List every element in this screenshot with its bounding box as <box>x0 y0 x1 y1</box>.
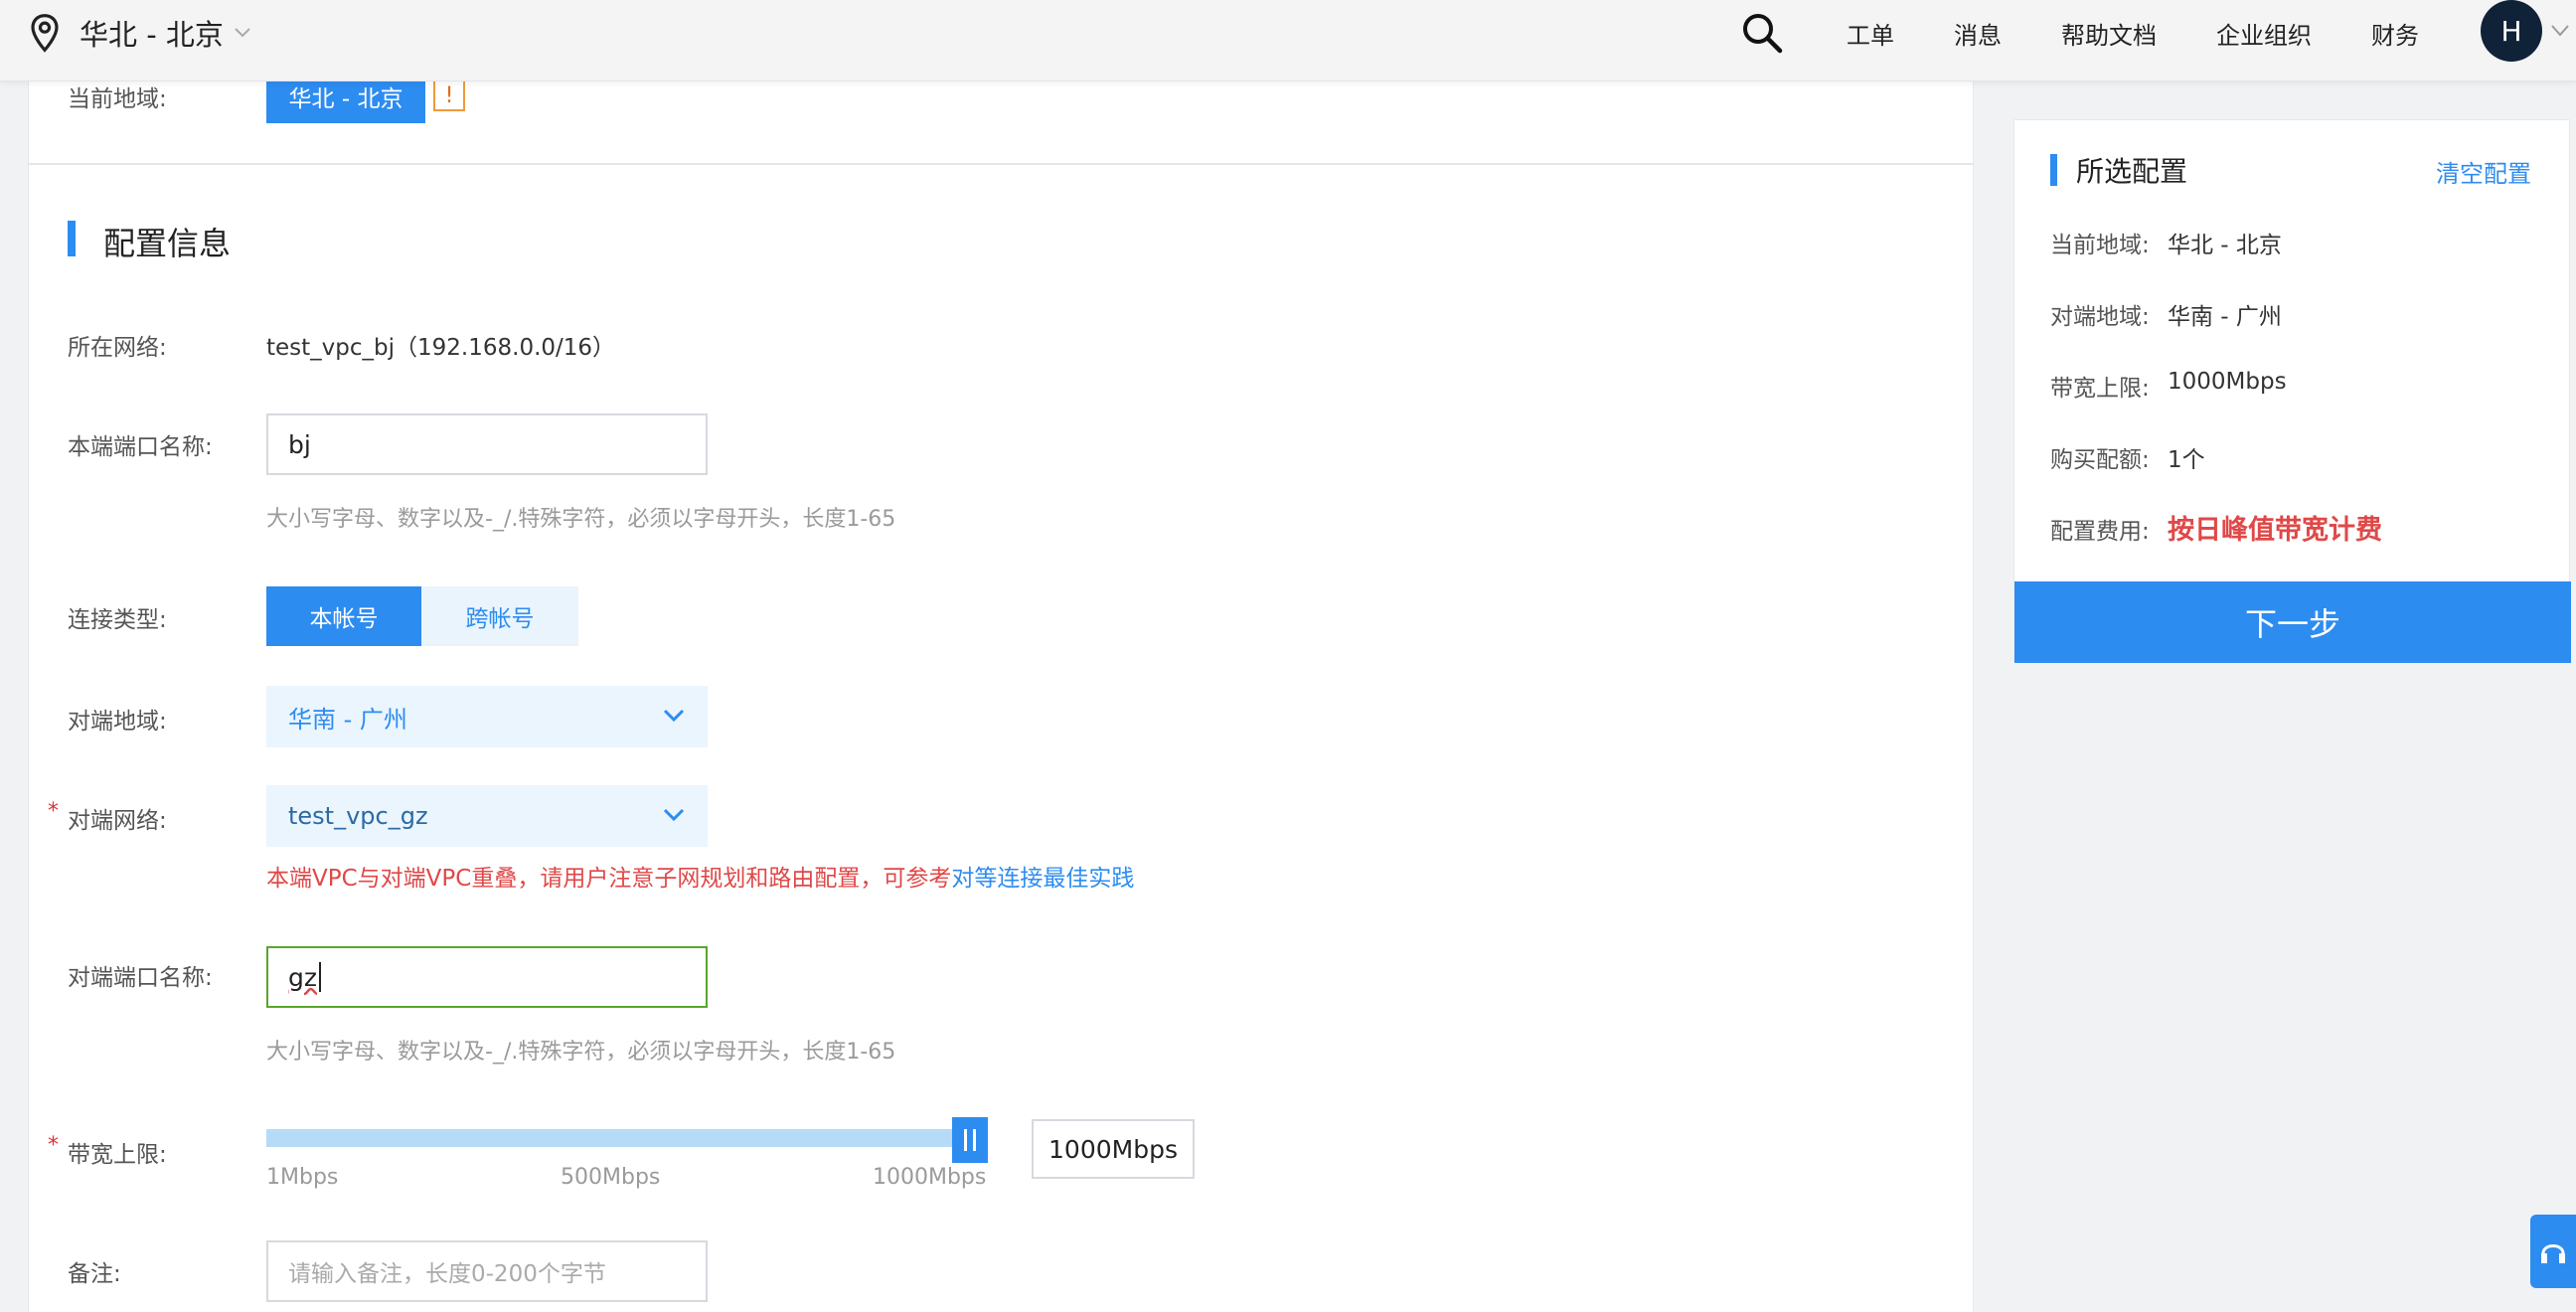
overlap-error-text: 本端VPC与对端VPC重叠，请用户注意子网规划和路由配置，可参考 <box>266 866 952 892</box>
bandwidth-tick-mid: 500Mbps <box>561 1165 661 1190</box>
section-accent-bar <box>68 221 76 256</box>
warning-icon[interactable]: ! <box>433 80 465 111</box>
peer-port-label: 对端端口名称: <box>68 965 213 991</box>
remark-label: 备注: <box>68 1261 121 1287</box>
bandwidth-value-input[interactable]: 1000Mbps <box>1032 1119 1195 1179</box>
current-region-label: 当前地域: <box>68 86 167 112</box>
search-icon[interactable] <box>1741 12 1783 54</box>
summary-row-label: 带宽上限: <box>2050 376 2150 402</box>
region-name: 华北 - 北京 <box>80 18 224 52</box>
remark-input[interactable]: 请输入备注，长度0-200个字节 <box>266 1240 708 1302</box>
peer-network-value: test_vpc_gz <box>288 802 428 830</box>
clear-config-link[interactable]: 清空配置 <box>2436 154 2531 189</box>
summary-row-value: 1个 <box>2168 447 2205 473</box>
text-cursor <box>319 962 321 992</box>
nav-ticket[interactable]: 工单 <box>1847 10 1894 56</box>
avatar[interactable]: H <box>2481 0 2542 62</box>
location-pin-icon <box>31 14 59 53</box>
bandwidth-slider-track[interactable] <box>266 1129 974 1147</box>
bandwidth-tick-min: 1Mbps <box>266 1165 339 1190</box>
card-accent-bar <box>2050 154 2057 186</box>
summary-row-label: 当前地域: <box>2050 233 2150 258</box>
conn-type-same-account[interactable]: 本帐号 <box>266 586 421 646</box>
bandwidth-tick-max: 1000Mbps <box>873 1165 987 1190</box>
summary-row-label: 对端地域: <box>2050 304 2150 330</box>
nav-messages[interactable]: 消息 <box>1954 10 2002 56</box>
summary-card: 所选配置 清空配置 当前地域: 华北 - 北京 对端地域: 华南 - 广州 带宽… <box>2013 119 2571 663</box>
top-bar: 华北 - 北京 工单 消息 帮助文档 企业组织 财务 H <box>0 0 2576 82</box>
local-port-label: 本端端口名称: <box>68 434 213 460</box>
local-port-input[interactable]: bj <box>266 413 708 475</box>
chevron-down-icon <box>235 28 250 38</box>
overlap-error: 本端VPC与对端VPC重叠，请用户注意子网规划和路由配置，可参考对等连接最佳实践 <box>266 859 1134 893</box>
bandwidth-label: 带宽上限: <box>68 1142 167 1168</box>
grip-icon <box>964 1129 976 1151</box>
local-port-hint: 大小写字母、数字以及-_/.特殊字符，必须以字母开头，长度1-65 <box>266 507 896 532</box>
summary-row-label: 配置费用: <box>2050 519 2150 545</box>
peer-network-select[interactable]: test_vpc_gz <box>266 785 708 847</box>
peer-region-label: 对端地域: <box>68 709 167 735</box>
summary-title: 所选配置 <box>2076 155 2188 188</box>
next-step-button[interactable]: 下一步 <box>2014 581 2571 663</box>
peer-port-input[interactable]: gz <box>266 946 708 1008</box>
chevron-down-icon[interactable] <box>2550 24 2570 38</box>
peer-region-value: 华南 - 广州 <box>288 705 407 734</box>
required-mark: * <box>48 1133 59 1158</box>
network-label: 所在网络: <box>68 335 167 361</box>
summary-row-value: 1000Mbps <box>2168 369 2287 395</box>
conn-type-cross-account[interactable]: 跨帐号 <box>421 586 578 646</box>
chevron-down-icon <box>663 709 685 723</box>
divider <box>28 163 1974 165</box>
summary-row-value: 华南 - 广州 <box>2168 304 2282 330</box>
chevron-down-icon <box>663 808 685 822</box>
conn-type-label: 连接类型: <box>68 607 167 633</box>
required-mark: * <box>48 799 59 824</box>
peer-port-hint: 大小写字母、数字以及-_/.特殊字符，必须以字母开头，长度1-65 <box>266 1040 896 1065</box>
summary-row-label: 购买配额: <box>2050 447 2150 473</box>
bandwidth-slider-handle[interactable] <box>952 1117 988 1163</box>
headset-icon <box>2541 1244 2565 1263</box>
nav-finance[interactable]: 财务 <box>2371 10 2419 56</box>
peer-region-select[interactable]: 华南 - 广州 <box>266 686 708 747</box>
section-title: 配置信息 <box>103 225 232 262</box>
peer-port-value: gz <box>288 962 317 992</box>
billing-mode-value: 按日峰值带宽计费 <box>2168 515 2382 546</box>
region-selector[interactable]: 华北 - 北京 <box>28 10 251 56</box>
peer-network-label: 对端网络: <box>68 808 167 834</box>
nav-help-docs[interactable]: 帮助文档 <box>2061 10 2157 56</box>
summary-row-value: 华北 - 北京 <box>2168 233 2282 258</box>
support-float-button[interactable] <box>2530 1215 2576 1288</box>
nav-enterprise[interactable]: 企业组织 <box>2216 10 2312 56</box>
best-practice-link[interactable]: 对等连接最佳实践 <box>951 866 1134 892</box>
network-value: test_vpc_bj（192.168.0.0/16） <box>266 335 616 361</box>
